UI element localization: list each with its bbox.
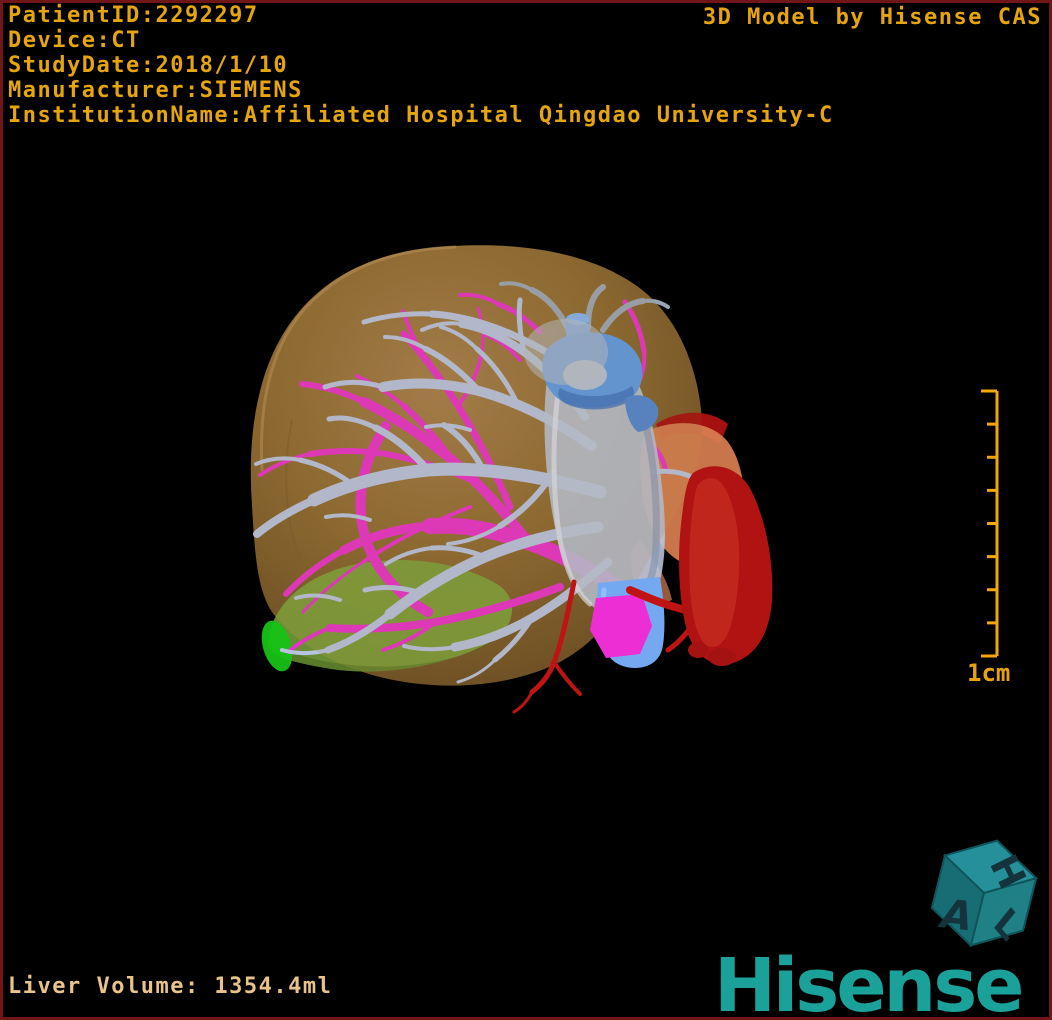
scale-bar-label: 1cm (967, 659, 1011, 687)
scale-bar (981, 389, 999, 658)
manufacturer-text: Manufacturer:SIEMENS (8, 78, 303, 103)
liver-model (250, 245, 773, 714)
liver-volume-text: Liver Volume: 1354.4ml (8, 974, 333, 999)
aorta-lump (688, 642, 708, 658)
aorta (679, 466, 773, 666)
vessel-branch (512, 690, 534, 714)
hal-cube-logo: H A L (930, 839, 1039, 950)
model-credit-text: 3D Model by Hisense CAS (702, 5, 1042, 30)
vessel-branch (552, 660, 582, 696)
hisense-wordmark: Hisense (714, 943, 1024, 1020)
institution-text: InstitutionName:Affiliated Hospital Qing… (8, 103, 834, 128)
scale-bar-ticks (981, 389, 997, 658)
device-text: Device:CT (8, 28, 141, 53)
study-date-text: StudyDate:2018/1/10 (8, 53, 289, 78)
3d-viewport[interactable]: H A L (0, 0, 1052, 1020)
viewer-window: H A L PatientID:2292297 Device:CT StudyD… (0, 0, 1052, 1020)
aorta-lump (708, 648, 736, 666)
